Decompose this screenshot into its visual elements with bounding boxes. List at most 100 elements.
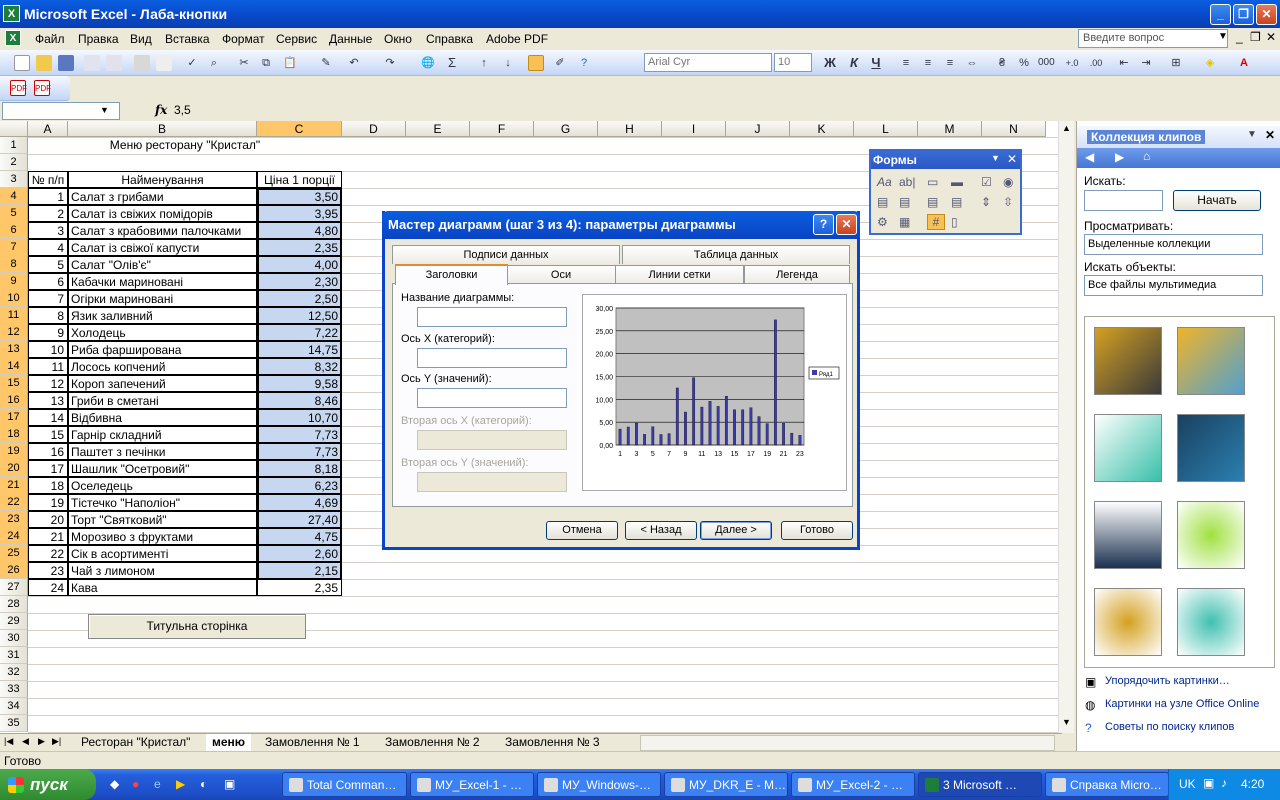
col-header-a[interactable]: A [28,121,68,137]
menu-format[interactable]: Формат [222,32,265,46]
pane-menu-icon[interactable]: ▼ [1247,129,1257,140]
chart-wizard-icon[interactable] [528,55,544,71]
back-button[interactable]: < Назад [625,521,697,540]
print-icon[interactable] [134,55,150,71]
collections-select[interactable]: Выделенные коллекции [1084,234,1263,255]
row-header[interactable]: 33 [0,681,28,698]
item-number-cell[interactable]: 12 [28,375,68,392]
item-name-cell[interactable]: Відбивна [68,409,257,426]
item-name-cell[interactable]: Салат "Олів'є" [68,256,257,273]
clip-thumb-welder[interactable] [1177,414,1245,482]
item-number-cell[interactable]: 16 [28,443,68,460]
menu-file[interactable]: Файл [35,32,65,46]
home-icon[interactable]: ⌂ [1143,149,1150,163]
help-icon[interactable]: ? [576,55,592,71]
item-name-cell[interactable]: Гриби в сметані [68,392,257,409]
tab-legend[interactable]: Легенда [744,265,850,284]
start-button[interactable]: Начать [1173,190,1261,211]
font-size-select[interactable]: 10 [774,53,812,72]
clip-thumb-motorcycle[interactable] [1094,588,1162,656]
vertical-scrollbar[interactable]: ▲ ▼ [1058,121,1074,733]
header-name-cell[interactable]: Найменування [68,171,257,188]
tab-data-labels[interactable]: Подписи данных [392,245,620,264]
clip-thumb-taxi[interactable] [1177,588,1245,656]
maximize-button[interactable]: ❐ [1233,4,1254,25]
sort-ascending-icon[interactable]: ↑ [476,55,492,71]
email-icon[interactable] [106,55,122,71]
back-icon[interactable]: ◀ [1085,150,1094,164]
font-name-select[interactable]: Arial Cyr [644,53,772,72]
col-header-c[interactable]: C [257,121,342,137]
first-sheet-icon[interactable]: |◀ [4,736,13,747]
item-name-cell[interactable]: Кава [68,579,257,596]
item-number-cell[interactable]: 15 [28,426,68,443]
item-name-cell[interactable]: Огірки мариновані [68,290,257,307]
x-axis-input[interactable] [417,348,567,368]
pane-close-icon[interactable]: ✕ [1265,128,1275,142]
autosum-icon[interactable]: Σ [444,55,460,71]
edit-code-icon[interactable]: ▦ [899,215,910,229]
row-header[interactable]: 19 [0,443,28,460]
font-color-icon[interactable]: A [1236,55,1252,71]
item-name-cell[interactable]: Чай з лимоном [68,562,257,579]
quicklaunch-icon-1[interactable]: ◆ [110,777,119,791]
item-name-cell[interactable]: Салат із свіжих помідорів [68,205,257,222]
drawing-icon[interactable]: ✐ [552,55,568,71]
hyperlink-icon[interactable]: 🌐 [420,55,436,71]
clip-thumb-globe[interactable] [1177,501,1245,569]
row-header[interactable]: 10 [0,290,28,307]
row-header[interactable]: 25 [0,545,28,562]
item-name-cell[interactable]: Тістечко "Наполіон" [68,494,257,511]
forms-menu-icon[interactable]: ▼ [991,153,1000,163]
combo-box-tool-icon[interactable]: ▤ [899,195,910,209]
row-header[interactable]: 7 [0,239,28,256]
item-name-cell[interactable]: Салат з грибами [68,188,257,205]
redo-icon[interactable]: ↷ [382,55,398,71]
increase-decimal-icon[interactable]: +.0 [1064,55,1080,71]
bold-button[interactable]: Ж [822,55,838,71]
col-header-j[interactable]: J [726,121,790,137]
row-header[interactable]: 30 [0,630,28,647]
copy-icon[interactable]: ⧉ [258,55,274,71]
col-header-g[interactable]: G [534,121,598,137]
clip-thumb-building[interactable] [1094,414,1162,482]
forward-icon[interactable]: ▶ [1115,150,1124,164]
tab-data-table[interactable]: Таблица данных [622,245,850,264]
task-total-commander[interactable]: Total Comman… [282,772,407,797]
sheet-title-cell[interactable]: Меню ресторану "Кристал" [28,137,342,154]
task-mu-windows[interactable]: МУ_Windows-… [537,772,661,797]
row-header[interactable]: 32 [0,664,28,681]
label-tool-icon[interactable]: Aa [877,175,892,189]
item-number-cell[interactable]: 11 [28,358,68,375]
help-dropdown-icon[interactable]: ▼ [1218,31,1228,42]
clip-thumb-abstract[interactable] [1177,327,1245,395]
group-box-tool-icon[interactable]: ▭ [927,175,938,189]
search-input[interactable] [1084,190,1163,211]
research-icon[interactable]: ⌕ [206,55,222,71]
item-name-cell[interactable]: Кабачки мариновані [68,273,257,290]
item-name-cell[interactable]: Паштет з печінки [68,443,257,460]
help-question-input[interactable]: Введите вопрос [1078,29,1228,48]
ie-icon[interactable]: e [154,777,161,791]
row-header[interactable]: 5 [0,205,28,222]
item-number-cell[interactable]: 1 [28,188,68,205]
item-price-cell[interactable]: 2,35 [257,579,342,596]
minimize-button[interactable]: _ [1210,4,1231,25]
item-number-cell[interactable]: 9 [28,324,68,341]
item-name-cell[interactable]: Шашлик "Осетровий" [68,460,257,477]
quicklaunch-icon-6[interactable]: ▣ [224,777,235,791]
fill-color-icon[interactable]: ◈ [1202,55,1218,71]
increase-indent-icon[interactable]: ⇥ [1138,55,1154,71]
row-header[interactable]: 4 [0,188,28,205]
organize-clips-link[interactable]: Упорядочить картинки… [1105,675,1230,687]
header-price-cell[interactable]: Ціна 1 порції [257,171,342,188]
item-number-cell[interactable]: 23 [28,562,68,579]
row-header[interactable]: 28 [0,596,28,613]
row-header[interactable]: 9 [0,273,28,290]
forms-close-icon[interactable]: ✕ [1007,152,1017,166]
excel-app-icon[interactable]: X [3,5,20,22]
menu-view[interactable]: Вид [130,32,152,46]
item-name-cell[interactable]: Холодець [68,324,257,341]
row-header[interactable]: 29 [0,613,28,630]
item-number-cell[interactable]: 13 [28,392,68,409]
